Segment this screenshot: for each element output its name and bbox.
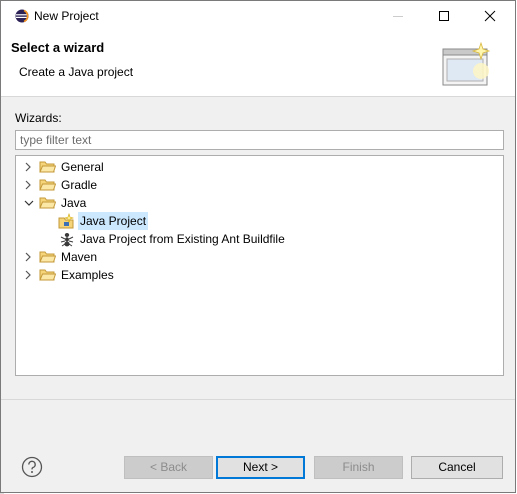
chevron-down-icon[interactable] (24, 199, 34, 207)
minimize-icon (393, 16, 403, 17)
tree-item-label: General (61, 160, 104, 174)
wizard-banner-icon (442, 41, 491, 86)
title-bar[interactable]: New Project (1, 1, 515, 31)
minimize-button[interactable] (375, 1, 421, 31)
folder-open-icon (39, 197, 56, 209)
folder-icon (39, 251, 56, 263)
maximize-icon (439, 11, 449, 21)
filter-input[interactable] (15, 130, 504, 150)
java-project-icon (58, 213, 74, 229)
tree-item-label: Gradle (61, 178, 98, 192)
wizards-label: Wizards: (15, 111, 62, 125)
back-button[interactable]: < Back (124, 456, 213, 479)
finish-button[interactable]: Finish (314, 456, 403, 479)
footer-separator (1, 399, 515, 400)
page-title: Select a wizard (11, 40, 105, 55)
next-button[interactable]: Next > (216, 456, 305, 479)
maximize-button[interactable] (421, 1, 467, 31)
new-project-dialog: New Project Select a wizard Create a Jav… (0, 0, 516, 493)
tree-item-label: Maven (61, 250, 98, 264)
chevron-right-icon[interactable] (24, 252, 32, 262)
page-description: Create a Java project (19, 65, 134, 79)
folder-icon (39, 179, 56, 191)
help-icon[interactable] (21, 456, 43, 478)
window-title: New Project (34, 9, 99, 23)
close-icon (484, 10, 496, 22)
wizard-header: Select a wizard Create a Java project (1, 31, 515, 97)
chevron-right-icon[interactable] (24, 270, 32, 280)
folder-icon (39, 161, 56, 173)
chevron-right-icon[interactable] (24, 162, 32, 172)
chevron-right-icon[interactable] (24, 180, 32, 190)
tree-item-label: Examples (61, 268, 114, 282)
tree-item-label: Java Project (78, 212, 149, 230)
tree-item-label: Java (61, 196, 87, 210)
folder-icon (39, 269, 56, 281)
tree-item-label: Java Project from Existing Ant Buildfile (80, 232, 285, 246)
ant-icon (60, 233, 74, 247)
wizard-tree[interactable]: General Gradle Java Java Project Java Pr… (15, 155, 504, 376)
cancel-button[interactable]: Cancel (411, 456, 503, 479)
eclipse-icon (15, 9, 29, 23)
close-button[interactable] (467, 1, 513, 31)
